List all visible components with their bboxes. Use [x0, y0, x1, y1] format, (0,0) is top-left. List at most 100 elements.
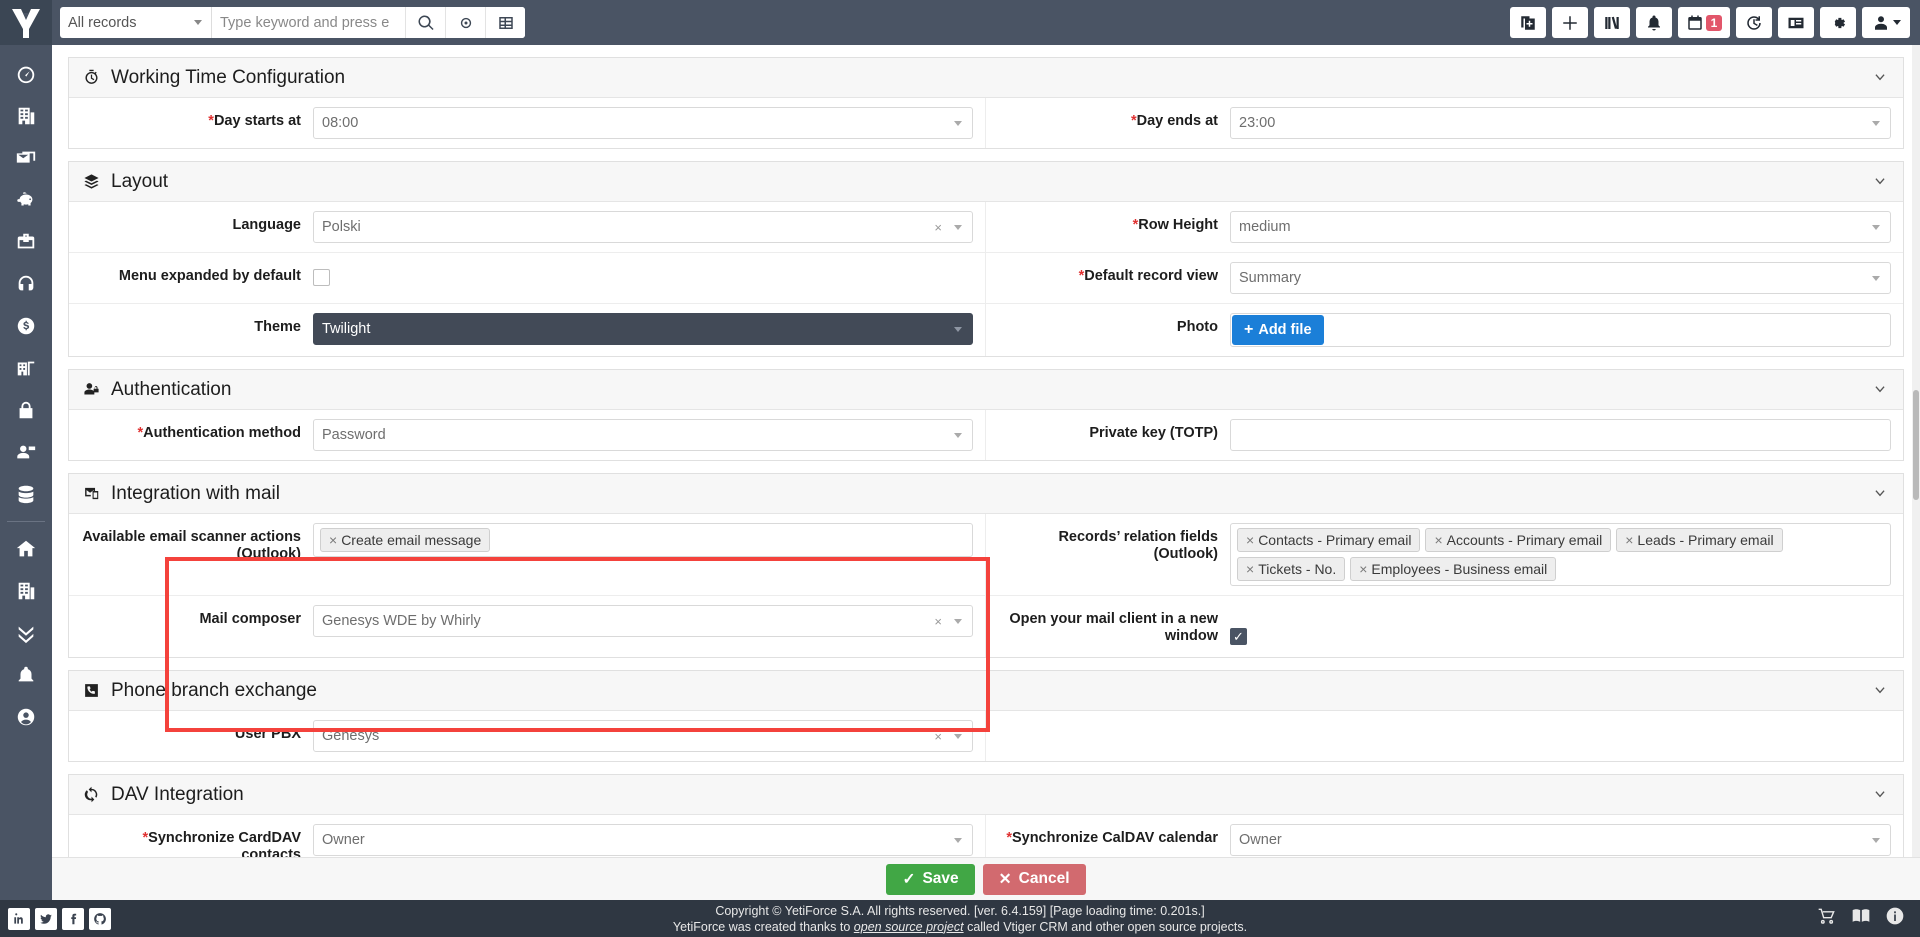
search-scope-value: All records	[68, 14, 137, 31]
tag-label: Accounts - Primary email	[1446, 532, 1603, 548]
notifications-button[interactable]	[1636, 7, 1672, 38]
scrollbar-thumb[interactable]	[1913, 390, 1919, 500]
private-key-input[interactable]	[1230, 419, 1891, 451]
sidebar-item-security[interactable]	[0, 389, 52, 431]
language-select[interactable]: Polski ×	[313, 211, 973, 243]
selected-value: 08:00	[322, 115, 359, 131]
library-icon	[1605, 16, 1619, 29]
chevron-down-icon[interactable]	[1873, 486, 1887, 500]
advanced-search-button[interactable]	[445, 7, 485, 38]
chevron-down-icon[interactable]	[1873, 174, 1887, 188]
sidebar-item-logistics[interactable]	[0, 347, 52, 389]
user-pbx-select[interactable]: Genesys ×	[313, 720, 973, 752]
row-height-select[interactable]: medium	[1230, 211, 1891, 243]
cart-button[interactable]	[1816, 906, 1838, 931]
open-source-project-link[interactable]: open source project	[854, 920, 964, 934]
chevron-down-icon	[1872, 224, 1880, 230]
info-button[interactable]	[1884, 906, 1906, 931]
field-language: Language Polski ×	[69, 202, 986, 252]
remove-tag-icon[interactable]: ×	[1359, 561, 1367, 577]
panel-header-phone-branch-exchange[interactable]: Phone branch exchange	[69, 671, 1903, 711]
chevron-down-icon	[1872, 120, 1880, 126]
default-record-view-select[interactable]: Summary	[1230, 262, 1891, 294]
sidebar-item-support[interactable]	[0, 263, 52, 305]
tag-item[interactable]: × Accounts - Primary email	[1425, 528, 1612, 552]
sidebar-item-collapse[interactable]	[0, 612, 52, 654]
settings-button[interactable]	[1820, 7, 1856, 38]
email-scanner-actions-tagbox[interactable]: × Create email message	[313, 523, 973, 557]
grid-icon	[498, 16, 513, 29]
remove-tag-icon[interactable]: ×	[329, 532, 337, 548]
sidebar-item-account[interactable]	[0, 696, 52, 738]
sidebar-item-dashboard[interactable]	[0, 53, 52, 95]
grid-view-button[interactable]	[485, 7, 525, 38]
user-menu-button[interactable]	[1862, 7, 1910, 38]
panel-body-working-time: *Day starts at 08:00 *Day ends at 23:00	[69, 98, 1903, 148]
remove-tag-icon[interactable]: ×	[1246, 561, 1254, 577]
sidebar-item-projects[interactable]	[0, 221, 52, 263]
tag-item[interactable]: × Employees - Business email	[1350, 557, 1557, 581]
panel-header-dav-integration[interactable]: DAV Integration	[69, 775, 1903, 815]
sidebar-item-finance[interactable]	[0, 179, 52, 221]
tag-item[interactable]: × Leads - Primary email	[1616, 528, 1783, 552]
sidebar-item-hr[interactable]	[0, 431, 52, 473]
cancel-button[interactable]: ✕ Cancel	[982, 863, 1086, 895]
records-relation-tagbox[interactable]: × Contacts - Primary email × Accounts - Pr…	[1230, 523, 1891, 586]
auth-method-select[interactable]: Password	[313, 419, 973, 451]
sidebar-item-sales[interactable]	[0, 305, 52, 347]
yetiforce-logo[interactable]	[0, 0, 52, 45]
mail-composer-select[interactable]: Genesys WDE by Whirly ×	[313, 605, 973, 637]
clear-icon[interactable]: ×	[934, 614, 942, 629]
caldav-calendar-select[interactable]: Owner	[1230, 824, 1891, 856]
sidebar-item-home[interactable]	[0, 528, 52, 570]
panel-header-layout[interactable]: Layout	[69, 162, 1903, 202]
chevron-down-icon[interactable]	[1873, 70, 1887, 84]
add-button[interactable]	[1552, 7, 1588, 38]
tag-item[interactable]: × Tickets - No.	[1237, 557, 1346, 581]
sidebar-item-companies[interactable]	[0, 95, 52, 137]
field-label-line1: Open your mail client in a new	[1009, 611, 1218, 627]
selected-value: 23:00	[1239, 115, 1276, 131]
chevron-down-icon[interactable]	[1873, 382, 1887, 396]
documentation-button[interactable]	[1850, 906, 1872, 931]
vertical-scrollbar[interactable]	[1912, 45, 1920, 857]
panel-layout: Layout Language Polski × *Row Height med…	[68, 161, 1904, 357]
history-button[interactable]	[1736, 7, 1772, 38]
panel-header-authentication[interactable]: Authentication	[69, 370, 1903, 410]
panel-header-mail-integration[interactable]: Integration with mail	[69, 474, 1903, 514]
theme-select[interactable]: Twilight	[313, 313, 973, 345]
tag-item[interactable]: × Create email message	[320, 528, 491, 552]
chevron-down-icon	[954, 224, 962, 230]
chevron-down-icon[interactable]	[1873, 683, 1887, 697]
library-button[interactable]	[1594, 7, 1630, 38]
contact-card-button[interactable]	[1778, 7, 1814, 38]
remove-tag-icon[interactable]: ×	[1246, 532, 1254, 548]
calendar-button[interactable]: 1	[1678, 7, 1730, 38]
sidebar-item-organization[interactable]	[0, 570, 52, 612]
sidebar-item-notifications[interactable]	[0, 654, 52, 696]
add-file-button[interactable]: + Add file	[1232, 315, 1324, 345]
chevron-down-icon[interactable]	[1873, 787, 1887, 801]
carddav-contacts-select[interactable]: Owner	[313, 824, 973, 856]
panel-header-working-time[interactable]: Working Time Configuration	[69, 58, 1903, 98]
sidebar-item-mail[interactable]	[0, 137, 52, 179]
remove-tag-icon[interactable]: ×	[1625, 532, 1633, 548]
quick-create-button[interactable]	[1510, 7, 1546, 38]
field-label: *Day starts at	[208, 113, 301, 129]
panel-body-phone-branch-exchange: User PBX Genesys ×	[69, 711, 1903, 761]
field-label: *Synchronize CardDAV contacts	[142, 830, 301, 857]
search-scope-select[interactable]: All records	[60, 7, 212, 38]
clear-icon[interactable]: ×	[934, 729, 942, 744]
sidebar-item-database[interactable]	[0, 473, 52, 515]
tag-item[interactable]: × Contacts - Primary email	[1237, 528, 1421, 552]
open-mail-client-checkbox[interactable]: ✓	[1230, 628, 1247, 645]
day-ends-select[interactable]: 23:00	[1230, 107, 1891, 139]
field-label-line1: Records’ relation fields	[1058, 529, 1218, 545]
remove-tag-icon[interactable]: ×	[1434, 532, 1442, 548]
save-button[interactable]: ✓ Save	[886, 863, 975, 895]
search-input[interactable]	[212, 7, 405, 38]
search-button[interactable]	[405, 7, 445, 38]
clear-icon[interactable]: ×	[934, 220, 942, 235]
day-starts-select[interactable]: 08:00	[313, 107, 973, 139]
menu-expanded-checkbox[interactable]	[313, 269, 330, 286]
